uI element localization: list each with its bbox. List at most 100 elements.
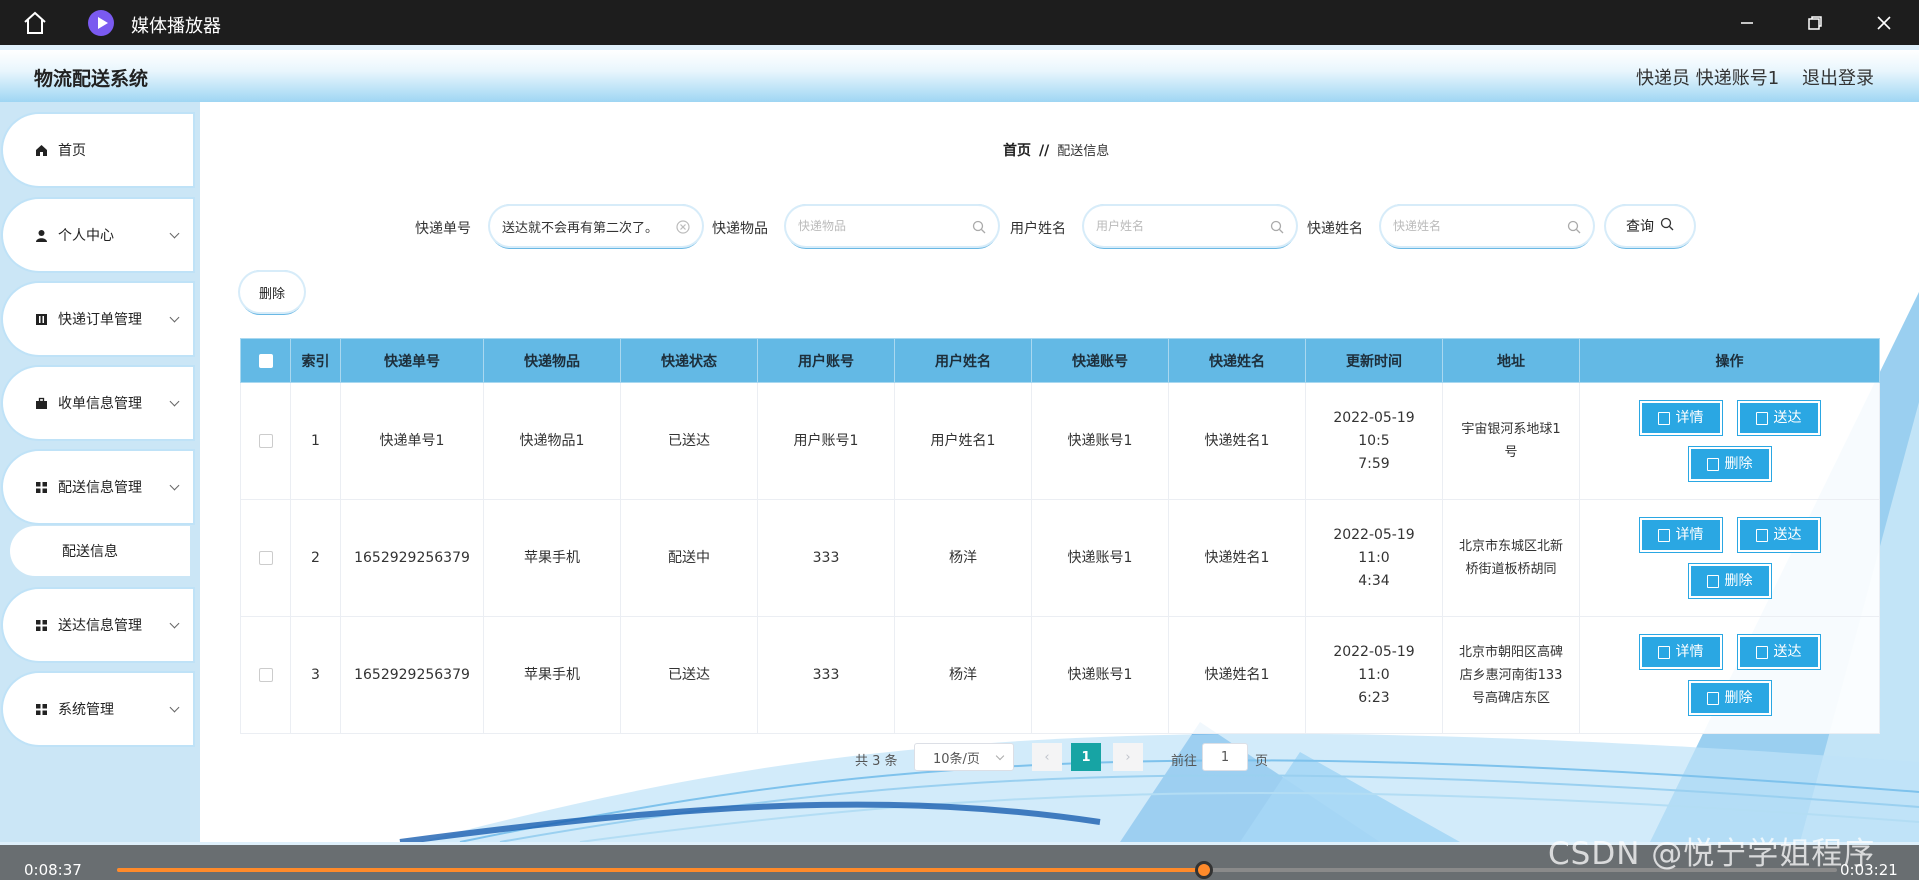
page-size-select[interactable]: 10条/页 [914,743,1014,771]
item-label: 快递物品 [712,221,768,237]
column-header: 更新时间 [1305,338,1443,383]
next-page-button[interactable]: › [1113,743,1143,771]
tracking-no-field[interactable] [490,206,702,246]
row-checkbox[interactable] [258,550,273,565]
query-button[interactable]: 查询 [1606,206,1694,246]
cell-courier-name: 快递姓名1 [1168,499,1306,617]
restore-button[interactable] [1802,10,1828,36]
search-icon [972,219,986,234]
select-all-checkbox[interactable] [258,353,273,368]
row-checkbox[interactable] [258,433,273,448]
goto-label: 前往 [1171,754,1198,769]
cell-status: 已送达 [620,616,758,734]
current-time: 0:08:37 [24,861,82,879]
row-select-cell [240,499,291,617]
sidebar-item-home[interactable]: 首页 [6,117,190,183]
cell-courier-name: 快递姓名1 [1168,616,1306,734]
sidebar-item-delivery[interactable]: 配送信息管理 [6,454,190,520]
sidebar: 首页 个人中心 快递订单管理 收单信息管理 配送信息管理 配送信息 送达信息管理… [0,102,200,842]
user-name-field[interactable] [1084,206,1296,246]
cell-user-account: 333 [757,499,895,617]
document-icon [1755,645,1768,659]
cell-courier-account: 快递账号1 [1031,382,1169,500]
breadcrumb-current: 配送信息 [1057,144,1110,159]
page-number-current[interactable]: 1 [1071,743,1101,771]
column-header: 快递状态 [620,338,758,383]
cell-status: 已送达 [620,382,758,500]
address-line: 宇宙银河系地球1 [1461,422,1561,437]
cell-status: 配送中 [620,499,758,617]
breadcrumb-home[interactable]: 首页 [1003,143,1031,159]
delete-button[interactable]: 删除 [1688,564,1771,598]
breadcrumb: 首页 // 配送信息 [1003,140,1109,160]
sidebar-item-orders[interactable]: 快递订单管理 [6,286,190,352]
deliver-label: 送达 [1773,526,1802,543]
chevron-left-icon: ‹ [1044,749,1050,765]
sidebar-item-label: 收单信息管理 [58,396,142,412]
updated-line: 2022-05-19 10:5 [1333,409,1415,449]
chevron-right-icon: › [1125,749,1131,765]
courier-name-input[interactable] [1393,218,1567,234]
user-name-label: 用户姓名 [1010,221,1066,237]
detail-button[interactable]: 详情 [1639,401,1722,435]
goto-page-input[interactable] [1202,743,1248,771]
item-field[interactable] [786,206,998,246]
logout-link[interactable]: 退出登录 [1802,64,1874,90]
detail-button[interactable]: 详情 [1639,635,1722,669]
column-header: 用户账号 [757,338,895,383]
row-select-cell [240,616,291,734]
seek-handle[interactable] [1195,861,1214,879]
cell-tracking-no: 1652929256379 [340,499,484,617]
document-icon [1657,645,1670,659]
delete-button[interactable]: 删除 [1688,681,1771,715]
column-header: 快递物品 [483,338,621,383]
deliver-button[interactable]: 送达 [1737,518,1820,552]
briefcase-icon [34,396,48,410]
cell-actions: 详情 送达 删除 [1579,382,1880,500]
sidebar-item-system[interactable]: 系统管理 [6,676,190,742]
clear-icon[interactable] [676,219,690,234]
cell-address: 北京市朝阳区高碑 店乡惠河南街133 号高碑店东区 [1442,616,1580,734]
cell-index: 2 [290,499,341,617]
app-header: 物流配送系统 快递员 快递账号1 退出登录 [0,50,1919,102]
home-icon[interactable] [22,11,48,35]
courier-name-label: 快递姓名 [1307,221,1363,237]
address-line: 北京市东城区北新 [1458,539,1563,554]
updated-line: 2022-05-19 11:0 [1333,526,1415,566]
page-size-value: 10条/页 [933,751,980,767]
tracking-no-input[interactable] [502,218,676,234]
row-checkbox[interactable] [258,667,273,682]
cell-user-account: 用户账号1 [757,382,895,500]
cell-address: 宇宙银河系地球1 号 [1442,382,1580,500]
deliver-button[interactable]: 送达 [1737,635,1820,669]
user-name-input[interactable] [1096,218,1270,234]
prev-page-button[interactable]: ‹ [1032,743,1062,771]
cell-item: 快递物品1 [483,382,621,500]
page-suffix-label: 页 [1255,754,1269,769]
document-icon [1755,528,1768,542]
document-icon [1657,528,1670,542]
chevron-down-icon [169,396,180,407]
sidebar-item-receipts[interactable]: 收单信息管理 [6,370,190,436]
chevron-down-icon [995,751,1005,761]
minimize-button[interactable] [1734,10,1760,36]
system-title: 物流配送系统 [34,68,149,90]
deliver-label: 送达 [1773,409,1802,426]
pagination: 共 3 条 10条/页 ‹ 1 › 前往 页 [200,743,1919,773]
column-header: 操作 [1579,338,1880,383]
cell-courier-account: 快递账号1 [1031,499,1169,617]
item-input[interactable] [798,218,972,234]
detail-button[interactable]: 详情 [1639,518,1722,552]
courier-name-field[interactable] [1381,206,1593,246]
trash-icon [1706,457,1719,471]
address-line: 号高碑店东区 [1471,690,1550,706]
trash-icon [1706,574,1719,588]
sidebar-subitem-delivery-info[interactable]: 配送信息 [10,526,190,576]
sidebar-subitem-label: 配送信息 [62,544,118,560]
batch-delete-button[interactable]: 删除 [240,272,304,312]
sidebar-item-profile[interactable]: 个人中心 [6,202,190,268]
deliver-button[interactable]: 送达 [1737,401,1820,435]
delete-button[interactable]: 删除 [1688,447,1771,481]
close-button[interactable] [1871,10,1897,36]
sidebar-item-delivered[interactable]: 送达信息管理 [6,592,190,658]
